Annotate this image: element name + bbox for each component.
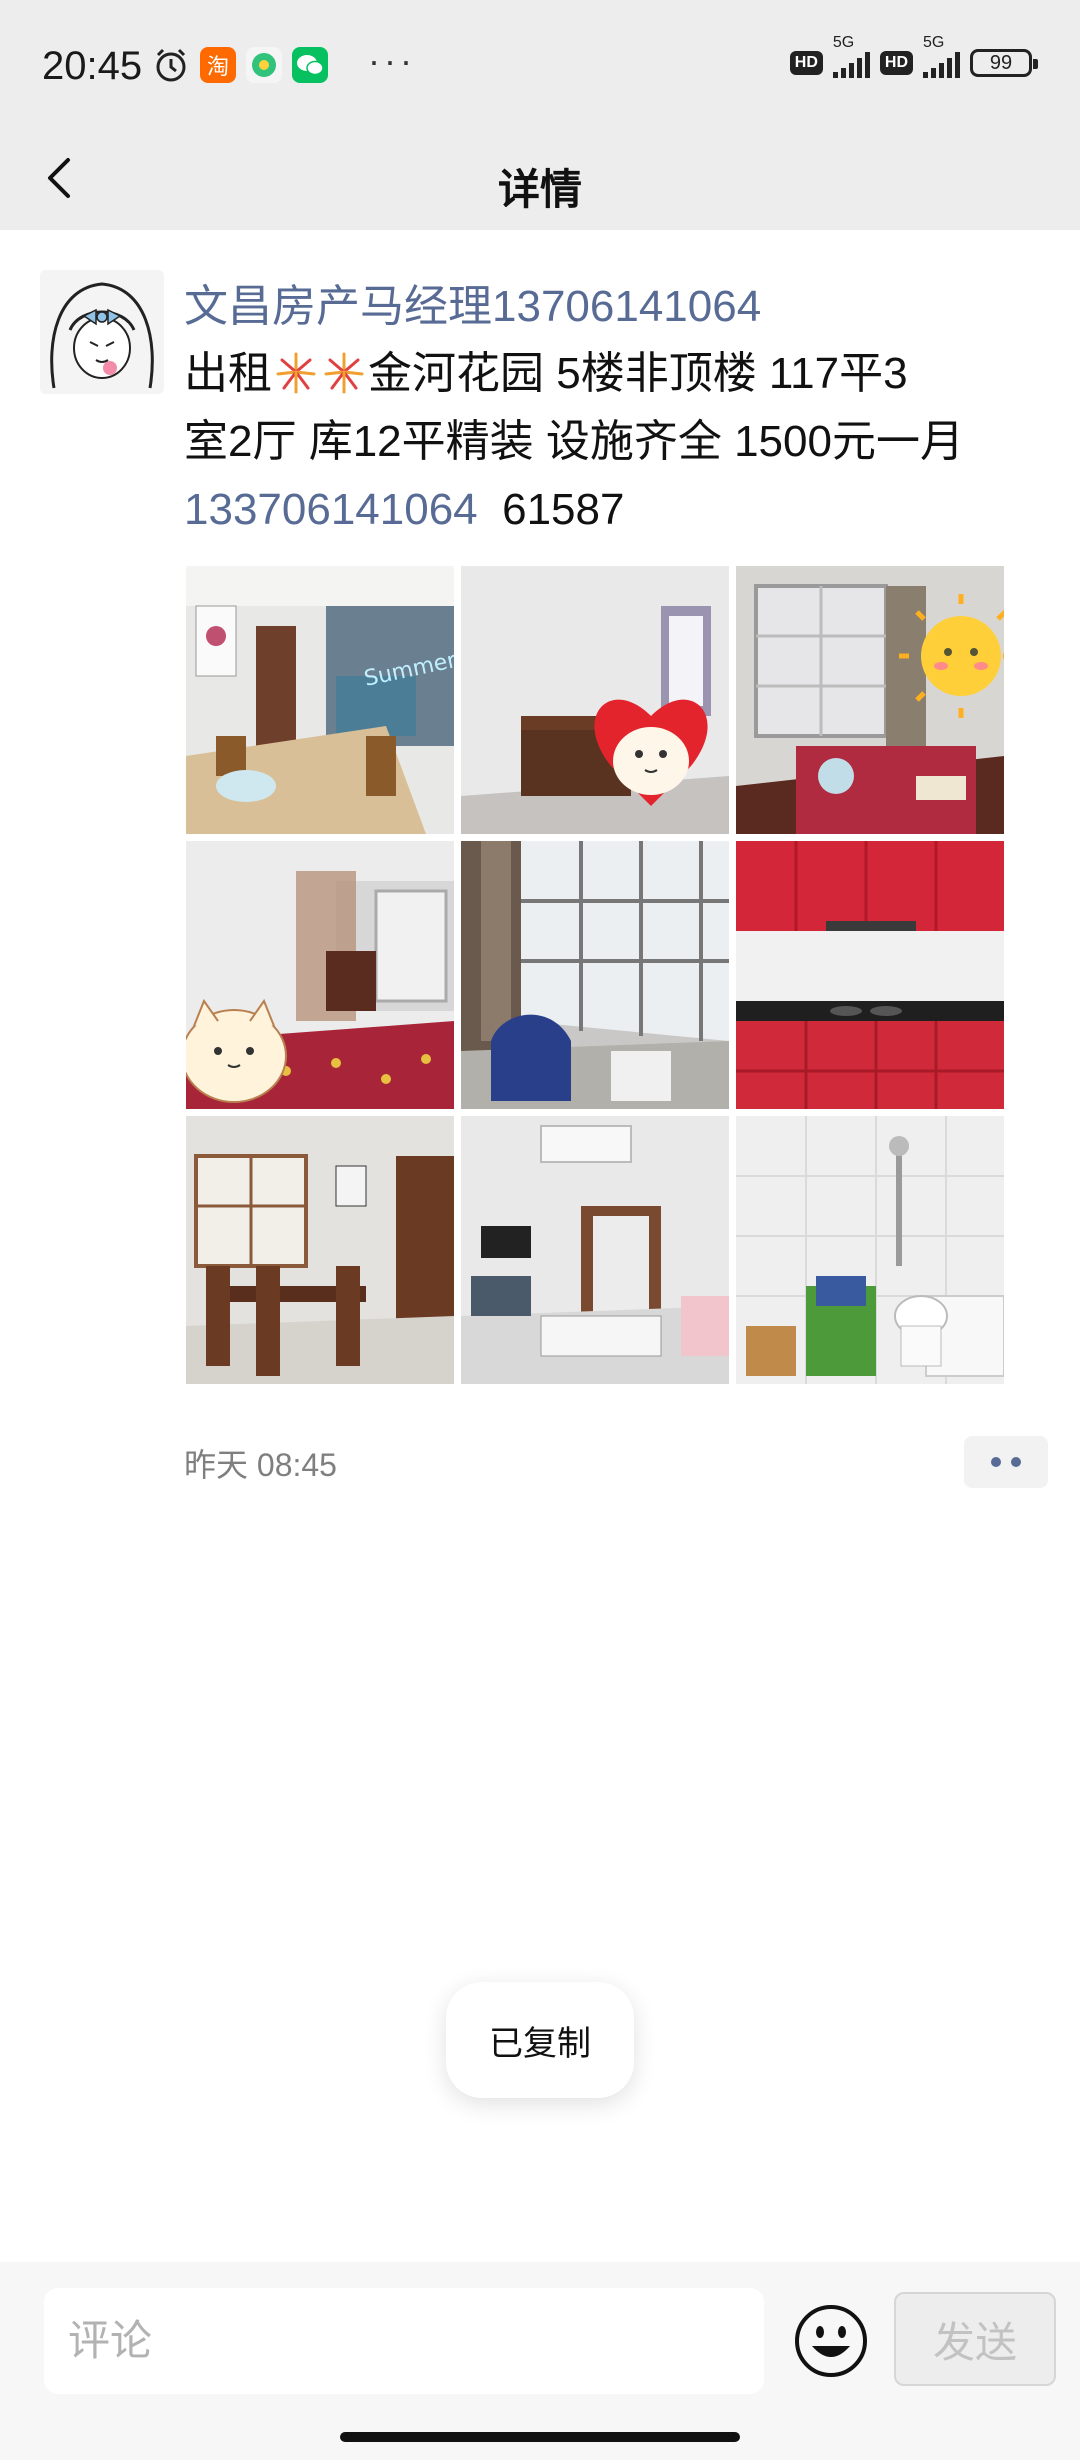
hd-badge: HD xyxy=(789,51,823,75)
dining-room-photo[interactable]: Summer Vibe xyxy=(186,566,454,834)
phone-number-link[interactable]: 133706141064 xyxy=(184,485,478,534)
post-content: 出租 金河花园 5楼非顶楼 117平3 室2厅 库12平精装 设施齐全 1500… xyxy=(184,340,1024,544)
dot-icon xyxy=(1011,1457,1021,1467)
bedroom-window-photo[interactable] xyxy=(736,566,1004,834)
sunroom-photo[interactable] xyxy=(461,841,729,1109)
bedroom-bed-photo[interactable] xyxy=(186,841,454,1109)
dot-icon xyxy=(991,1457,1001,1467)
status-system-icons: HD 5G HD 5G 99 xyxy=(789,34,1038,78)
fireworks-emoji-icon xyxy=(276,352,316,394)
post-line-1: 出租 金河花园 5楼非顶楼 117平3 xyxy=(184,349,908,398)
more-actions-button[interactable] xyxy=(964,1436,1048,1488)
qq-music-icon xyxy=(246,47,282,83)
hd-badge: HD xyxy=(879,51,913,75)
home-indicator[interactable] xyxy=(340,2432,740,2442)
bathroom-photo[interactable] xyxy=(736,1116,1004,1384)
status-notification-icons: 淘 xyxy=(152,46,328,84)
status-more-dots: ··· xyxy=(368,40,416,81)
alarm-icon xyxy=(156,48,186,82)
post-author-name[interactable]: 文昌房产马经理13706141064 xyxy=(184,270,761,334)
taobao-icon: 淘 xyxy=(200,47,236,83)
send-button[interactable]: 发送 xyxy=(894,2292,1056,2386)
post-timestamp: 昨天 08:45 xyxy=(184,1447,337,1483)
living-room-photo[interactable] xyxy=(461,1116,729,1384)
signal-icon: 5G xyxy=(923,34,960,78)
battery-icon: 99 xyxy=(970,49,1038,77)
signal-icon: 5G xyxy=(832,34,870,78)
post-line-3: 133706141064 61587 xyxy=(184,476,1024,544)
post-code: 61587 xyxy=(502,485,625,534)
avatar[interactable] xyxy=(40,270,164,394)
fireworks-emoji-icon xyxy=(324,352,364,394)
post-line-2: 室2厅 库12平精装 设施齐全 1500元一月 xyxy=(184,417,964,466)
page-title: 详情 xyxy=(497,166,582,213)
comment-input[interactable] xyxy=(44,2288,764,2394)
emoji-icon[interactable] xyxy=(792,2302,870,2380)
photo-grid: Summer Vibe xyxy=(186,566,1004,1384)
copied-toast: 已复制 xyxy=(446,1982,634,2098)
status-time: 20:45 xyxy=(42,44,143,88)
wechat-icon xyxy=(292,47,328,83)
bedroom-desk-photo[interactable] xyxy=(461,566,729,834)
status-bar: 20:45 淘 ··· HD 5G HD 5G 99 xyxy=(0,0,1080,130)
nav-bar: 详情 xyxy=(0,130,1080,230)
comment-bar: 发送 xyxy=(0,2262,1080,2460)
kitchen-photo[interactable] xyxy=(736,841,1004,1109)
dining-table-photo[interactable] xyxy=(186,1116,454,1384)
